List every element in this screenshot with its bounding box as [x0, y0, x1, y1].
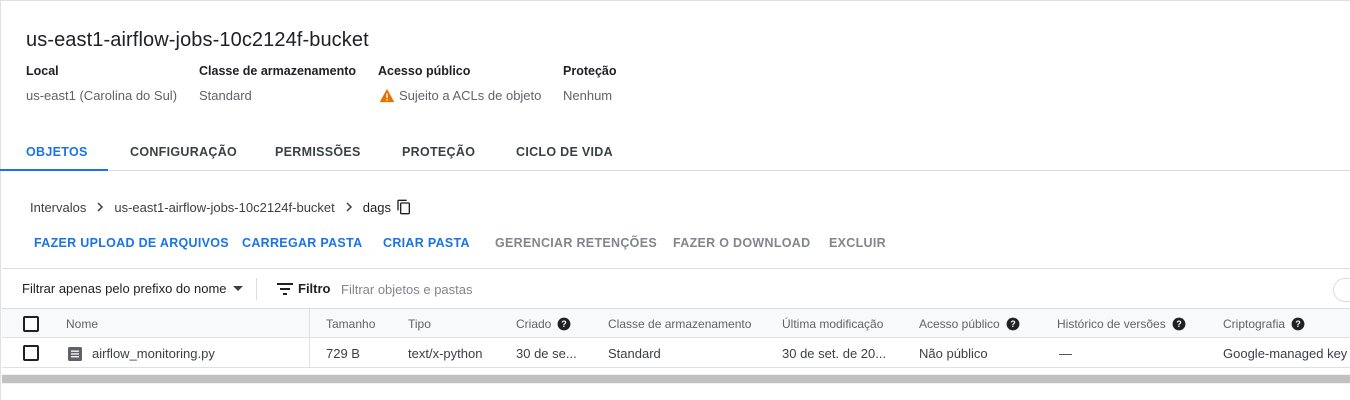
column-header-version-history[interactable]: Histórico de versões ? — [1057, 317, 1186, 331]
table-row[interactable]: airflow_monitoring.py 729 B text/x-pytho… — [2, 338, 1350, 368]
tab-objects[interactable]: OBJETOS — [26, 145, 88, 159]
row-checkbox[interactable] — [23, 345, 39, 361]
storage-class-label: Classe de armazenamento — [199, 64, 357, 78]
column-divider — [309, 338, 310, 367]
upload-files-button[interactable]: FAZER UPLOAD DE ARQUIVOS — [34, 236, 229, 250]
tab-lifecycle[interactable]: CICLO DE VIDA — [516, 145, 613, 159]
column-header-created[interactable]: Criado ? — [516, 317, 571, 331]
prefix-filter-label: Filtrar apenas pelo prefixo do nome — [22, 281, 227, 296]
active-tab-indicator — [0, 169, 108, 171]
chevron-right-icon — [346, 202, 352, 212]
svg-text:?: ? — [1176, 319, 1181, 329]
page-top-border — [0, 0, 1350, 1]
file-size-cell: 729 B — [326, 346, 360, 361]
location-label: Local — [26, 64, 59, 78]
prefix-filter-dropdown[interactable]: Filtrar apenas pelo prefixo do nome — [22, 281, 243, 296]
breadcrumb-buckets[interactable]: Intervalos — [30, 200, 86, 215]
help-icon[interactable]: ? — [1172, 317, 1186, 331]
protection-value: Nenhum — [563, 88, 613, 103]
column-header-encryption[interactable]: Criptografia ? — [1223, 317, 1305, 331]
help-icon[interactable]: ? — [557, 317, 571, 331]
file-name-cell[interactable]: airflow_monitoring.py — [68, 346, 215, 361]
file-created-cell: 30 de se... — [516, 346, 577, 361]
svg-text:?: ? — [1010, 319, 1015, 329]
copy-icon[interactable] — [396, 199, 412, 215]
filter-divider — [256, 278, 257, 300]
tab-bar: OBJETOS CONFIGURAÇÃO PERMISSÕES PROTEÇÃO… — [0, 133, 1350, 171]
objects-table-header: Nome Tamanho Tipo Criado ? Classe de arm… — [2, 309, 1350, 338]
file-modified-cell: 30 de set. de 20... — [782, 346, 887, 361]
delete-button[interactable]: EXCLUIR — [829, 236, 886, 250]
location-value: us-east1 (Carolina do Sul) — [26, 88, 178, 103]
file-icon — [68, 346, 82, 361]
filter-input[interactable] — [341, 277, 1241, 301]
file-encryption-cell: Google-managed key — [1223, 346, 1348, 361]
breadcrumb: Intervalos us-east1-airflow-jobs-10c2124… — [30, 199, 412, 215]
download-button[interactable]: FAZER O DOWNLOAD — [673, 236, 810, 250]
public-access-text: Sujeito a ACLs de objeto — [399, 88, 542, 103]
svg-text:?: ? — [1295, 319, 1300, 329]
column-header-size[interactable]: Tamanho — [326, 317, 375, 331]
help-icon[interactable]: ? — [1291, 317, 1305, 331]
chevron-right-icon — [97, 202, 104, 212]
warning-icon — [379, 88, 395, 103]
create-folder-button[interactable]: CRIAR PASTA — [383, 236, 470, 250]
tab-permissions[interactable]: PERMISSÕES — [275, 145, 361, 159]
tab-protection[interactable]: PROTEÇÃO — [402, 145, 475, 159]
filter-label: Filtro — [298, 281, 331, 296]
dropdown-arrow-icon — [232, 286, 243, 291]
breadcrumb-current-folder: dags — [362, 199, 391, 215]
column-header-storage-class[interactable]: Classe de armazenamento — [608, 317, 751, 331]
filter-bar: Filtrar apenas pelo prefixo do nome Filt… — [2, 268, 1350, 309]
bucket-title: us-east1-airflow-jobs-10c2124f-bucket — [26, 29, 369, 51]
upload-folder-button[interactable]: CARREGAR PASTA — [242, 236, 362, 250]
column-header-type[interactable]: Tipo — [408, 317, 431, 331]
file-version-history-cell: — — [1059, 346, 1072, 361]
file-storage-class-cell: Standard — [608, 346, 661, 361]
column-header-last-modified[interactable]: Última modificação — [782, 317, 883, 331]
help-icon[interactable]: ? — [1006, 317, 1020, 331]
file-name-link[interactable]: airflow_monitoring.py — [92, 346, 215, 361]
public-access-value: Sujeito a ACLs de objeto — [379, 88, 541, 103]
file-public-access-cell: Não público — [919, 346, 988, 361]
horizontal-scrollbar-thumb[interactable] — [2, 375, 1350, 383]
svg-text:?: ? — [562, 319, 567, 329]
manage-holds-button[interactable]: GERENCIAR RETENÇÕES — [495, 236, 657, 250]
filter-icon — [277, 283, 293, 295]
column-header-public-access[interactable]: Acesso público ? — [919, 317, 1020, 331]
breadcrumb-bucket[interactable]: us-east1-airflow-jobs-10c2124f-bucket — [114, 200, 334, 215]
page-left-border — [0, 0, 1, 400]
storage-class-value: Standard — [199, 88, 252, 103]
column-header-name[interactable]: Nome — [66, 317, 98, 331]
tab-configuration[interactable]: CONFIGURAÇÃO — [130, 145, 237, 159]
public-access-label: Acesso público — [378, 64, 471, 78]
column-divider — [309, 309, 310, 337]
protection-label: Proteção — [563, 64, 617, 78]
file-type-cell: text/x-python — [408, 346, 483, 361]
select-all-checkbox[interactable] — [23, 316, 39, 332]
density-toggle[interactable] — [1333, 278, 1350, 302]
